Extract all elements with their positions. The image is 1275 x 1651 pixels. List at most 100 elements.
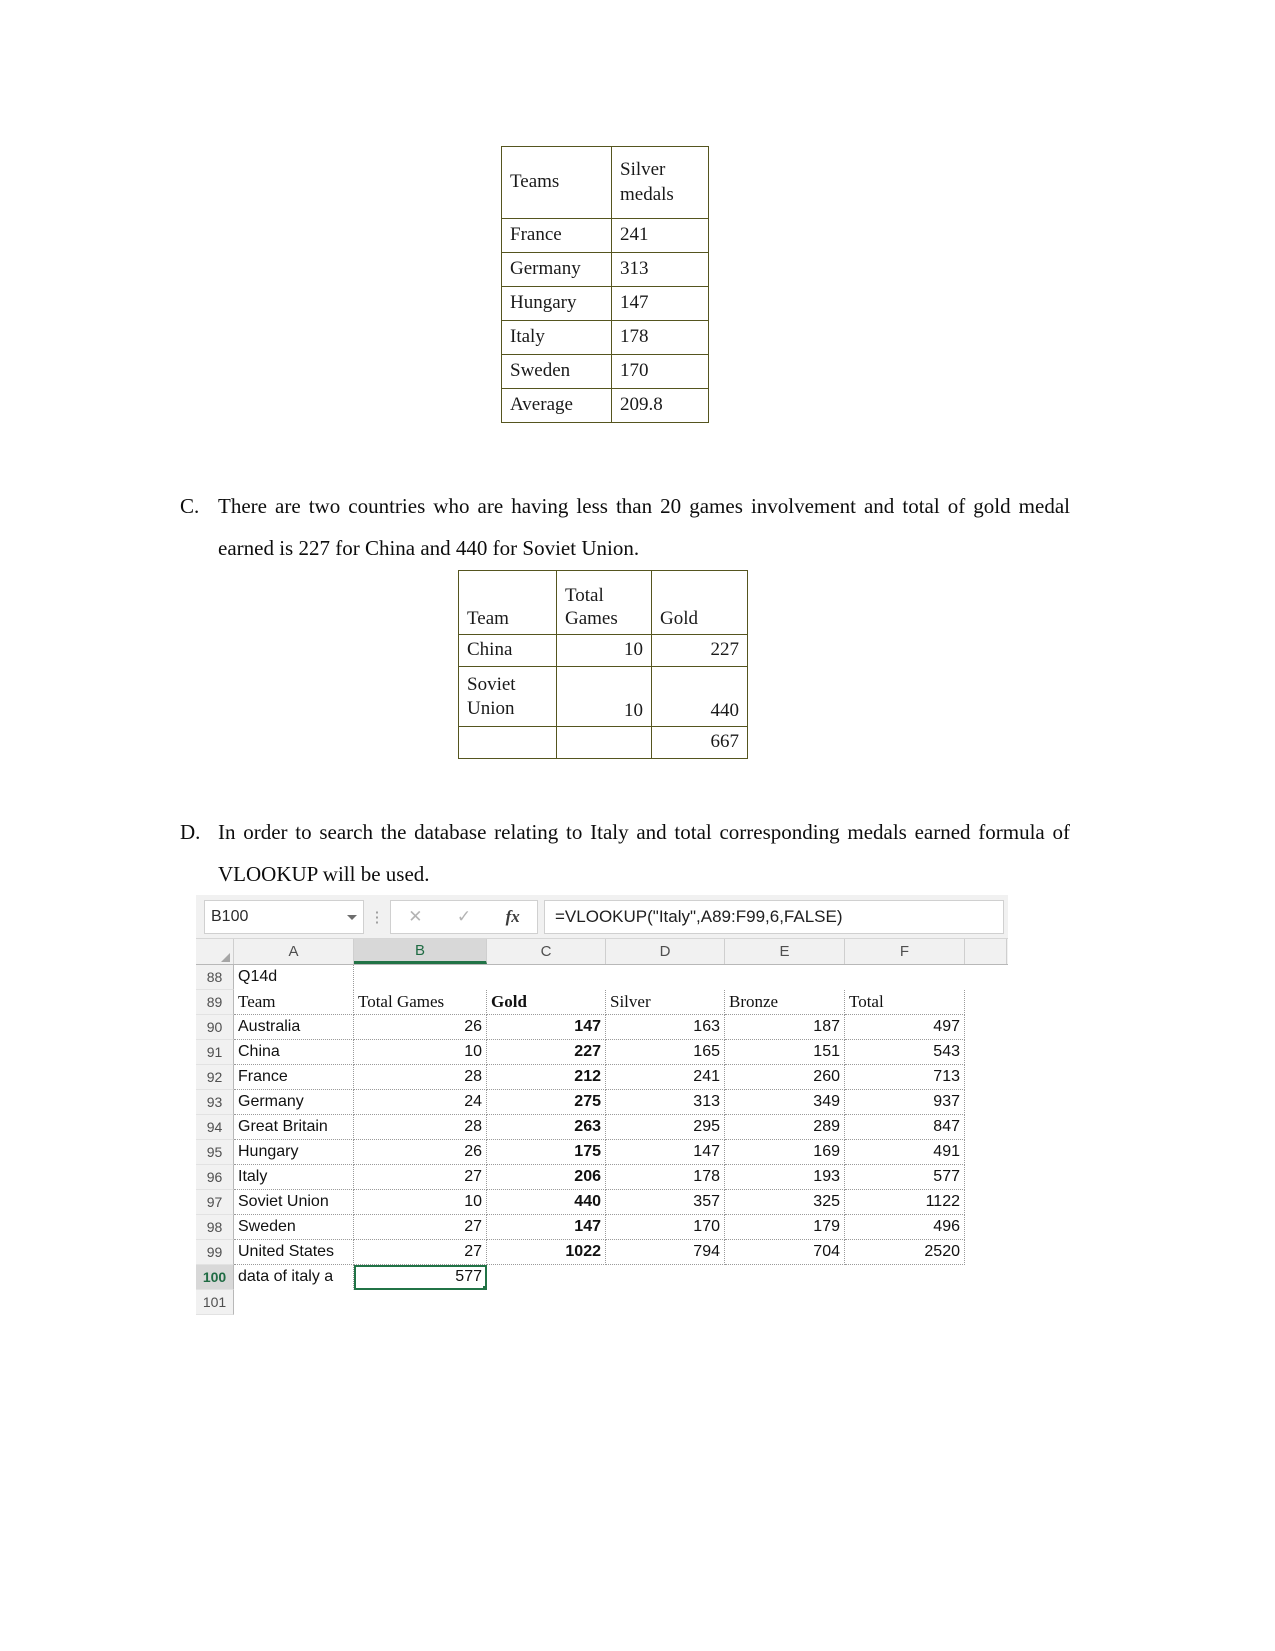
- cell-c93[interactable]: 275: [487, 1090, 606, 1115]
- cell-g100[interactable]: [965, 1265, 1007, 1290]
- formula-input[interactable]: =VLOOKUP("Italy",A89:F99,6,FALSE): [544, 900, 1004, 934]
- cell-e90[interactable]: 187: [725, 1015, 845, 1040]
- cell-d93[interactable]: 313: [606, 1090, 725, 1115]
- column-header-b[interactable]: B: [354, 939, 487, 964]
- cell-a93[interactable]: Germany: [234, 1090, 354, 1115]
- cell-f90[interactable]: 497: [845, 1015, 965, 1040]
- cell-f97[interactable]: 1122: [845, 1190, 965, 1215]
- row-header-99[interactable]: 99: [196, 1240, 234, 1265]
- cell-a95[interactable]: Hungary: [234, 1140, 354, 1165]
- cell-g99[interactable]: [965, 1240, 1007, 1265]
- row-header-90[interactable]: 90: [196, 1015, 234, 1040]
- cell-g90[interactable]: [965, 1015, 1007, 1040]
- row-header-92[interactable]: 92: [196, 1065, 234, 1090]
- cell-g93[interactable]: [965, 1090, 1007, 1115]
- column-header-g[interactable]: [965, 939, 1007, 964]
- insert-function-icon[interactable]: fx: [506, 907, 520, 927]
- cell-c88[interactable]: [487, 965, 606, 990]
- cell-e93[interactable]: 349: [725, 1090, 845, 1115]
- cell-f89[interactable]: Total: [845, 990, 965, 1015]
- cell-e94[interactable]: 289: [725, 1115, 845, 1140]
- column-header-d[interactable]: D: [606, 939, 725, 964]
- cell-a89[interactable]: Team: [234, 990, 354, 1015]
- cell-e92[interactable]: 260: [725, 1065, 845, 1090]
- row-header-93[interactable]: 93: [196, 1090, 234, 1115]
- row-header-91[interactable]: 91: [196, 1040, 234, 1065]
- confirm-icon[interactable]: ✓: [457, 907, 471, 927]
- cell-g89[interactable]: [965, 990, 1007, 1015]
- cell-c98[interactable]: 147: [487, 1215, 606, 1240]
- cell-d101[interactable]: [606, 1290, 725, 1315]
- cell-f92[interactable]: 713: [845, 1065, 965, 1090]
- cell-c90[interactable]: 147: [487, 1015, 606, 1040]
- cell-b94[interactable]: 28: [354, 1115, 487, 1140]
- cell-g94[interactable]: [965, 1115, 1007, 1140]
- cell-c95[interactable]: 175: [487, 1140, 606, 1165]
- cell-g96[interactable]: [965, 1165, 1007, 1190]
- column-header-a[interactable]: A: [234, 939, 354, 964]
- cell-e101[interactable]: [725, 1290, 845, 1315]
- cell-b99[interactable]: 27: [354, 1240, 487, 1265]
- cell-a97[interactable]: Soviet Union: [234, 1190, 354, 1215]
- row-header-101[interactable]: 101: [196, 1290, 234, 1315]
- cell-c100[interactable]: [487, 1265, 606, 1290]
- cell-d92[interactable]: 241: [606, 1065, 725, 1090]
- cell-b95[interactable]: 26: [354, 1140, 487, 1165]
- cell-c94[interactable]: 263: [487, 1115, 606, 1140]
- cell-e95[interactable]: 169: [725, 1140, 845, 1165]
- cell-c97[interactable]: 440: [487, 1190, 606, 1215]
- cell-e91[interactable]: 151: [725, 1040, 845, 1065]
- cell-c101[interactable]: [487, 1290, 606, 1315]
- row-header-98[interactable]: 98: [196, 1215, 234, 1240]
- cell-e99[interactable]: 704: [725, 1240, 845, 1265]
- cell-a92[interactable]: France: [234, 1065, 354, 1090]
- row-header-89[interactable]: 89: [196, 990, 234, 1015]
- cell-d89[interactable]: Silver: [606, 990, 725, 1015]
- cell-g101[interactable]: [965, 1290, 1007, 1315]
- cell-a99[interactable]: United States: [234, 1240, 354, 1265]
- cell-c91[interactable]: 227: [487, 1040, 606, 1065]
- cell-d94[interactable]: 295: [606, 1115, 725, 1140]
- cell-c96[interactable]: 206: [487, 1165, 606, 1190]
- cell-a94[interactable]: Great Britain: [234, 1115, 354, 1140]
- cell-b92[interactable]: 28: [354, 1065, 487, 1090]
- cell-a96[interactable]: Italy: [234, 1165, 354, 1190]
- fill-handle[interactable]: [483, 1286, 486, 1289]
- row-header-88[interactable]: 88: [196, 965, 234, 990]
- cell-a88[interactable]: Q14d: [234, 965, 354, 990]
- row-header-96[interactable]: 96: [196, 1165, 234, 1190]
- cell-b97[interactable]: 10: [354, 1190, 487, 1215]
- cell-d90[interactable]: 163: [606, 1015, 725, 1040]
- cell-a90[interactable]: Australia: [234, 1015, 354, 1040]
- cell-e100[interactable]: [725, 1265, 845, 1290]
- cell-b88[interactable]: [354, 965, 487, 990]
- cell-f98[interactable]: 496: [845, 1215, 965, 1240]
- cell-d88[interactable]: [606, 965, 725, 990]
- cell-g91[interactable]: [965, 1040, 1007, 1065]
- cell-f94[interactable]: 847: [845, 1115, 965, 1140]
- row-header-100[interactable]: 100: [196, 1265, 234, 1290]
- cell-b90[interactable]: 26: [354, 1015, 487, 1040]
- cell-g97[interactable]: [965, 1190, 1007, 1215]
- cell-d100[interactable]: [606, 1265, 725, 1290]
- cell-d95[interactable]: 147: [606, 1140, 725, 1165]
- cell-b91[interactable]: 10: [354, 1040, 487, 1065]
- column-header-e[interactable]: E: [725, 939, 845, 964]
- cell-e88[interactable]: [725, 965, 845, 990]
- cell-d96[interactable]: 178: [606, 1165, 725, 1190]
- cancel-icon[interactable]: ✕: [408, 907, 422, 927]
- column-header-f[interactable]: F: [845, 939, 965, 964]
- cell-d97[interactable]: 357: [606, 1190, 725, 1215]
- select-all-corner[interactable]: [196, 939, 234, 964]
- cell-d91[interactable]: 165: [606, 1040, 725, 1065]
- cell-d98[interactable]: 170: [606, 1215, 725, 1240]
- chevron-down-icon[interactable]: [347, 914, 357, 920]
- cell-f100[interactable]: [845, 1265, 965, 1290]
- cell-a91[interactable]: China: [234, 1040, 354, 1065]
- cell-e89[interactable]: Bronze: [725, 990, 845, 1015]
- cell-a100[interactable]: data of italy a: [234, 1265, 354, 1290]
- row-header-95[interactable]: 95: [196, 1140, 234, 1165]
- row-header-97[interactable]: 97: [196, 1190, 234, 1215]
- row-header-94[interactable]: 94: [196, 1115, 234, 1140]
- name-box[interactable]: B100: [204, 900, 364, 934]
